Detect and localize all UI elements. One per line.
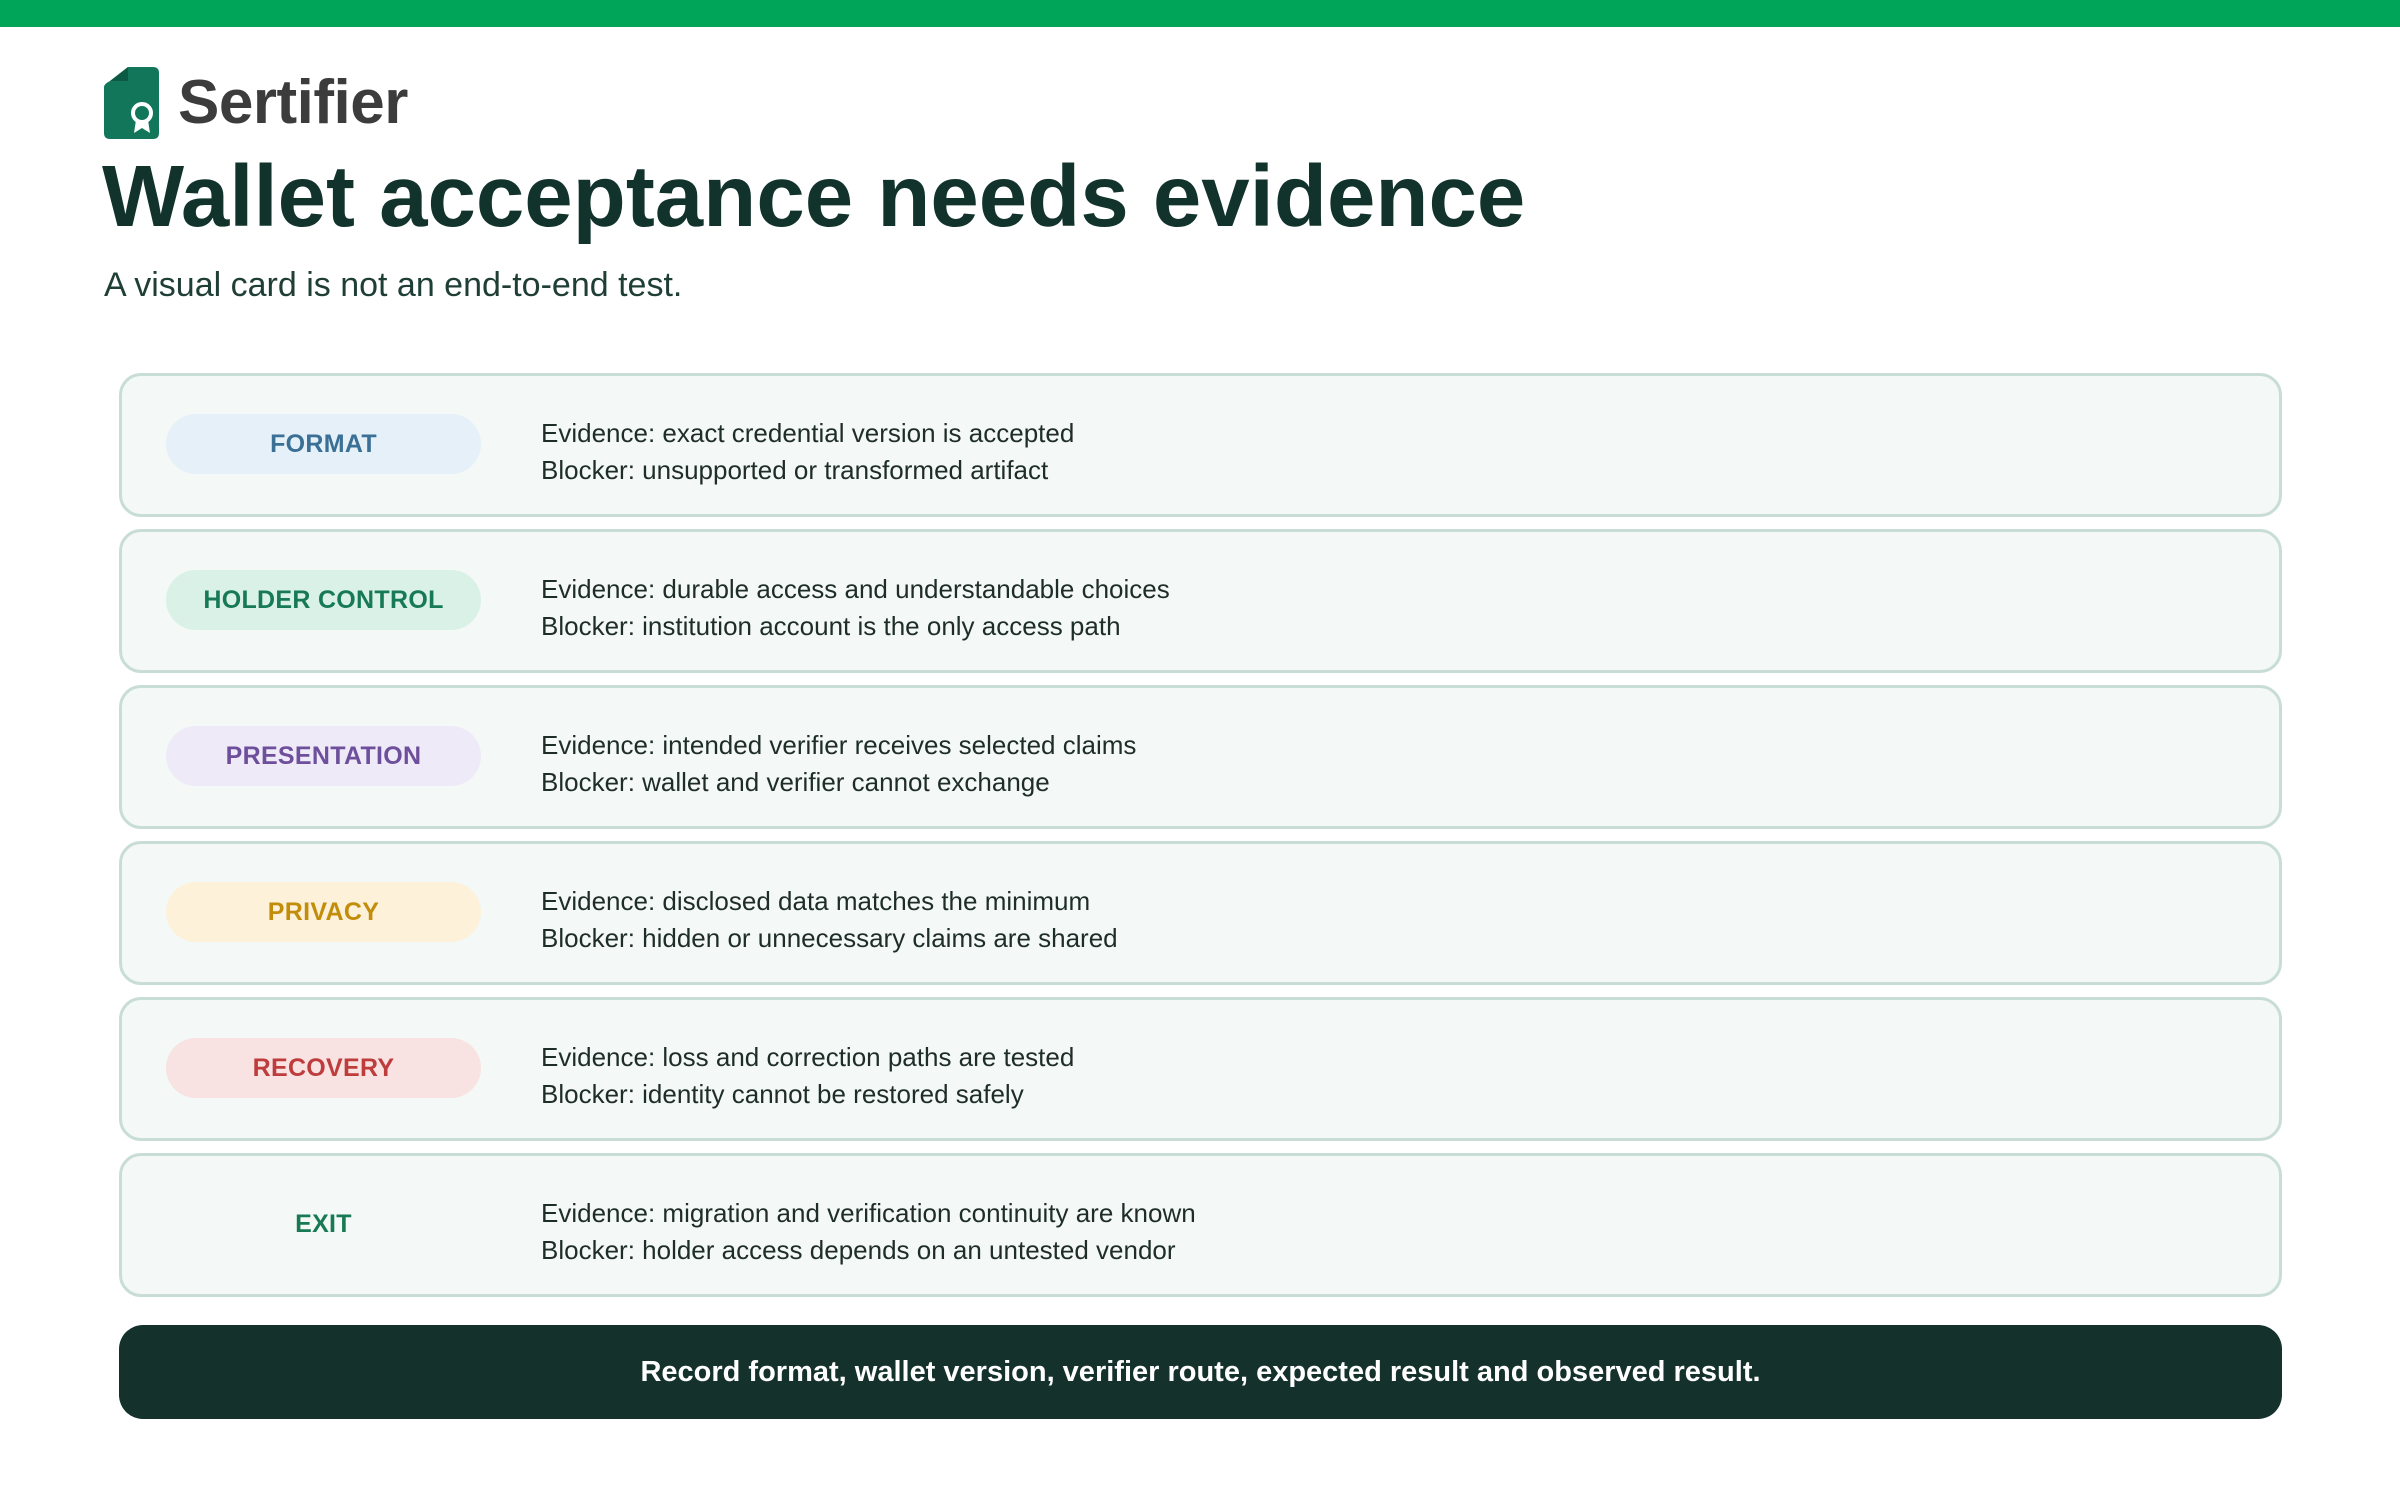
evidence-row-format: FORMAT Evidence: exact credential versio…	[119, 373, 2282, 517]
row-text: Evidence: migration and verification con…	[541, 1195, 1196, 1269]
evidence-row-exit: EXIT Evidence: migration and verificatio…	[119, 1153, 2282, 1297]
row-text: Evidence: disclosed data matches the min…	[541, 883, 1118, 957]
blocker-text: Blocker: institution account is the only…	[541, 611, 1121, 641]
page-subtitle: A visual card is not an end-to-end test.	[104, 266, 683, 304]
evidence-row-recovery: RECOVERY Evidence: loss and correction p…	[119, 997, 2282, 1141]
row-text: Evidence: intended verifier receives sel…	[541, 727, 1136, 801]
evidence-text: Evidence: migration and verification con…	[541, 1198, 1196, 1228]
row-text: Evidence: loss and correction paths are …	[541, 1039, 1074, 1113]
tag-pill: RECOVERY	[166, 1038, 481, 1098]
certificate-badge-icon	[104, 67, 159, 139]
evidence-row-privacy: PRIVACY Evidence: disclosed data matches…	[119, 841, 2282, 985]
row-text: Evidence: exact credential version is ac…	[541, 415, 1074, 489]
tag-pill: PRESENTATION	[166, 726, 481, 786]
tag-pill: PRIVACY	[166, 882, 481, 942]
evidence-text: Evidence: loss and correction paths are …	[541, 1042, 1075, 1072]
page-title: Wallet acceptance needs evidence	[102, 148, 1526, 245]
blocker-text: Blocker: wallet and verifier cannot exch…	[541, 767, 1050, 797]
tag-pill: FORMAT	[166, 414, 481, 474]
footer-banner: Record format, wallet version, verifier …	[119, 1325, 2282, 1419]
evidence-list: FORMAT Evidence: exact credential versio…	[119, 373, 2282, 1309]
row-text: Evidence: durable access and understanda…	[541, 571, 1170, 645]
blocker-text: Blocker: identity cannot be restored saf…	[541, 1079, 1024, 1109]
blocker-text: Blocker: hidden or unnecessary claims ar…	[541, 923, 1118, 953]
evidence-row-presentation: PRESENTATION Evidence: intended verifier…	[119, 685, 2282, 829]
evidence-text: Evidence: intended verifier receives sel…	[541, 730, 1137, 760]
evidence-text: Evidence: disclosed data matches the min…	[541, 886, 1091, 916]
blocker-text: Blocker: unsupported or transformed arti…	[541, 455, 1049, 485]
tag-pill: EXIT	[166, 1194, 481, 1254]
tag-pill: HOLDER CONTROL	[166, 570, 481, 630]
blocker-text: Blocker: holder access depends on an unt…	[541, 1235, 1176, 1265]
brand-name: Sertifier	[178, 68, 408, 137]
evidence-row-holder-control: HOLDER CONTROL Evidence: durable access …	[119, 529, 2282, 673]
evidence-text: Evidence: exact credential version is ac…	[541, 418, 1075, 448]
brand-logo: Sertifier	[104, 67, 408, 139]
top-accent-bar	[0, 0, 2400, 27]
evidence-text: Evidence: durable access and understanda…	[541, 574, 1170, 604]
